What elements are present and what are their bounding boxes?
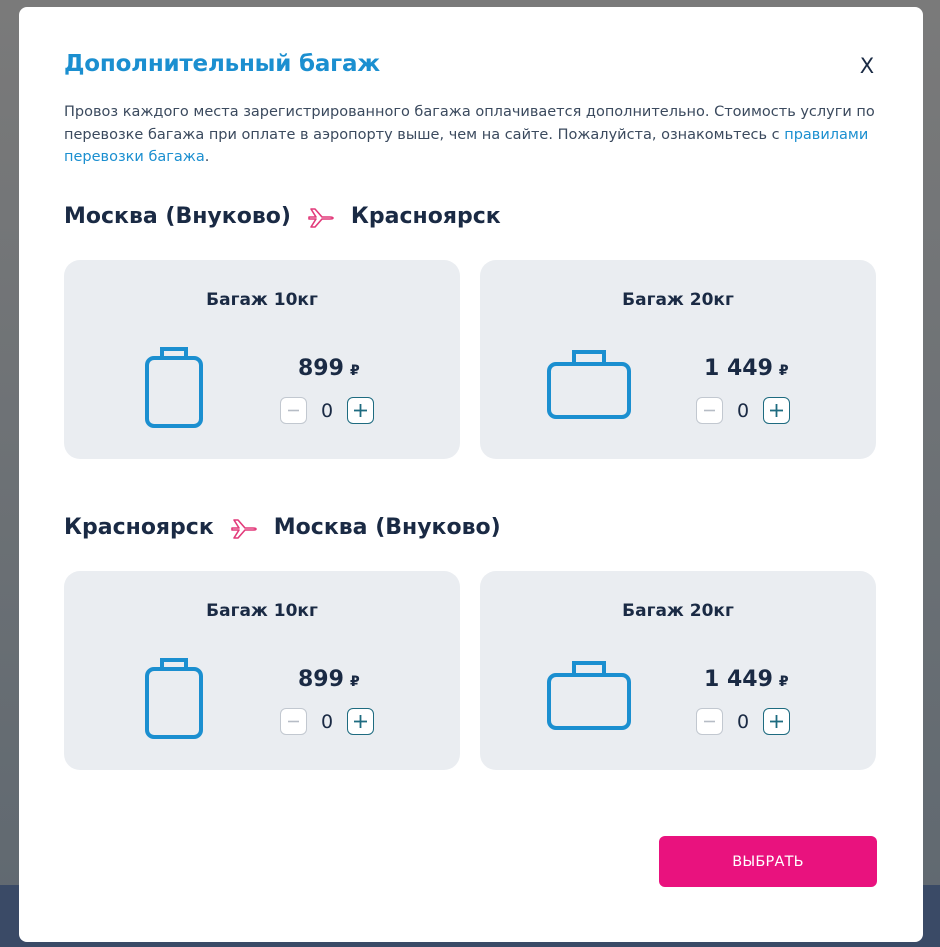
- minus-icon: [704, 720, 715, 723]
- decrement-button[interactable]: [696, 708, 723, 735]
- decrement-button[interactable]: [696, 397, 723, 424]
- option-title: Багаж 20кг: [622, 601, 734, 621]
- baggage-option-card: Багаж 10кг 899 ₽ 0: [64, 260, 460, 459]
- currency-symbol: ₽: [349, 674, 360, 690]
- plane-icon: [230, 518, 257, 539]
- quantity-value: 0: [320, 399, 334, 422]
- option-title: Багаж 10кг: [206, 601, 318, 621]
- suitcase-vertical-icon: [145, 347, 203, 428]
- increment-button[interactable]: [763, 708, 790, 735]
- minus-icon: [704, 409, 715, 412]
- currency-symbol: ₽: [778, 674, 789, 690]
- increment-button[interactable]: [347, 397, 374, 424]
- baggage-option-card: Багаж 20кг 1 449 ₽ 0: [480, 571, 876, 770]
- route-heading: Красноярск Москва (Внуково): [64, 515, 501, 540]
- increment-button[interactable]: [347, 708, 374, 735]
- intro-text-body: Провоз каждого места зарегистрированного…: [64, 104, 875, 143]
- route-to: Красноярск: [350, 204, 501, 229]
- modal-title: Дополнительный багаж: [64, 51, 380, 77]
- route-to: Москва (Внуково): [273, 515, 501, 540]
- plane-icon: [308, 207, 334, 228]
- plus-icon: [354, 715, 367, 728]
- route-heading: Москва (Внуково) Красноярск: [64, 204, 501, 229]
- quantity-value: 0: [736, 710, 750, 733]
- route-from: Москва (Внуково): [64, 204, 291, 229]
- baggage-option-card: Багаж 10кг 899 ₽ 0: [64, 571, 460, 770]
- price-value: 899: [298, 356, 344, 381]
- plus-icon: [770, 715, 783, 728]
- choose-button[interactable]: ВЫБРАТЬ: [659, 836, 877, 887]
- minus-icon: [288, 409, 299, 412]
- quantity-value: 0: [736, 399, 750, 422]
- intro-text: Провоз каждого места зарегистрированного…: [64, 101, 894, 169]
- option-price: 1 449 ₽: [704, 667, 789, 692]
- option-price: 1 449 ₽: [704, 356, 789, 381]
- quantity-stepper: 0: [280, 708, 374, 735]
- option-title: Багаж 20кг: [622, 290, 734, 310]
- currency-symbol: ₽: [778, 363, 789, 379]
- close-button[interactable]: X: [855, 54, 879, 78]
- quantity-value: 0: [320, 710, 334, 733]
- option-title: Багаж 10кг: [206, 290, 318, 310]
- price-value: 1 449: [704, 667, 773, 692]
- baggage-option-card: Багаж 20кг 1 449 ₽ 0: [480, 260, 876, 459]
- suitcase-vertical-icon: [145, 658, 203, 739]
- quantity-stepper: 0: [696, 397, 790, 424]
- minus-icon: [288, 720, 299, 723]
- price-value: 1 449: [704, 356, 773, 381]
- suitcase-horizontal-icon: [547, 350, 631, 419]
- option-price: 899 ₽: [298, 356, 360, 381]
- quantity-stepper: 0: [696, 708, 790, 735]
- baggage-modal: Дополнительный багаж X Провоз каждого ме…: [19, 7, 923, 942]
- decrement-button[interactable]: [280, 708, 307, 735]
- increment-button[interactable]: [763, 397, 790, 424]
- route-from: Красноярск: [64, 515, 214, 540]
- decrement-button[interactable]: [280, 397, 307, 424]
- price-value: 899: [298, 667, 344, 692]
- currency-symbol: ₽: [349, 363, 360, 379]
- plus-icon: [770, 404, 783, 417]
- intro-text-end: .: [204, 149, 210, 165]
- plus-icon: [354, 404, 367, 417]
- option-price: 899 ₽: [298, 667, 360, 692]
- quantity-stepper: 0: [280, 397, 374, 424]
- suitcase-horizontal-icon: [547, 661, 631, 730]
